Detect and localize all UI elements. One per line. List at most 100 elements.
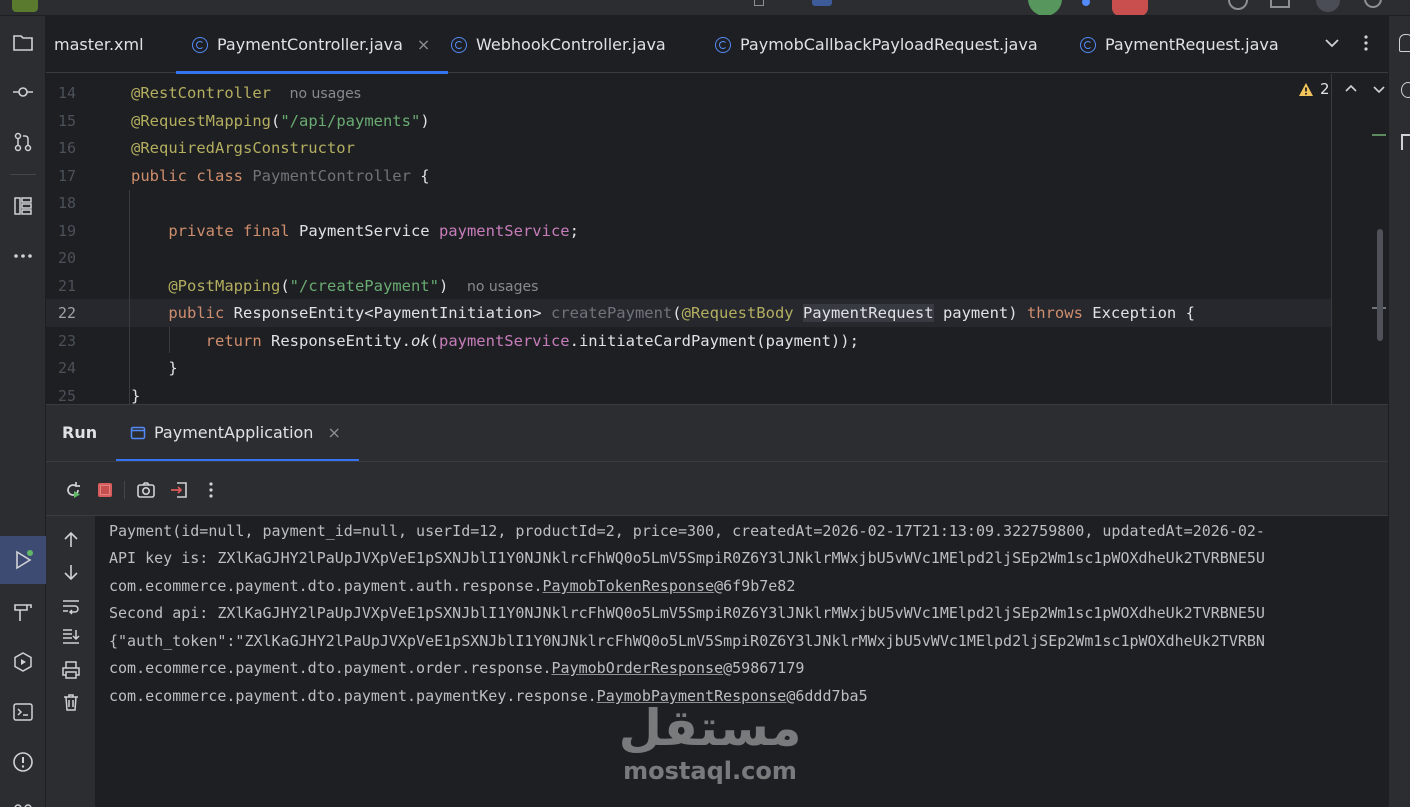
code-token: ; — [569, 222, 579, 240]
tab-payment-request[interactable]: PaymentRequest.java — [1080, 16, 1279, 73]
close-icon[interactable]: × — [417, 35, 430, 54]
keyword: public class — [131, 167, 243, 185]
keyword: throws — [1026, 304, 1083, 322]
usages-hint[interactable]: no usages — [467, 279, 538, 295]
search-icon[interactable] — [1364, 0, 1382, 8]
project-widget-icon[interactable] — [812, 0, 832, 6]
code-line-16: @RequiredArgsConstructor — [131, 139, 355, 157]
rerun-button[interactable] — [62, 479, 84, 501]
code-token: ( — [280, 277, 290, 295]
run-config-icon[interactable] — [12, 0, 38, 12]
annotation: @RequiredArgsConstructor — [131, 139, 355, 157]
line-number: 24 — [57, 359, 76, 377]
string-literal: "/createPayment" — [289, 277, 439, 295]
tab-label: WebhookController.java — [476, 35, 666, 54]
code-editor[interactable]: 14 15 16 17 18 19 20 21 22 23 24 25 @Res… — [46, 74, 1388, 404]
code-line-21: @PostMapping("/createPayment") no usages — [131, 277, 538, 295]
right-tool-rail — [1388, 16, 1410, 807]
method-name: createPayment — [550, 304, 673, 322]
soft-wrap-icon[interactable] — [61, 596, 81, 616]
maven-icon[interactable] — [1401, 134, 1410, 150]
tab-payment-application[interactable]: PaymentApplication × — [116, 423, 359, 462]
stop-button-icon[interactable] — [1112, 0, 1148, 15]
editor-scrollbar[interactable] — [1377, 229, 1383, 341]
tool-window-rail — [0, 16, 46, 807]
avatar[interactable] — [1316, 0, 1340, 12]
tab-paymob-callback-payload-request[interactable]: PaymobCallbackPayloadRequest.java — [715, 16, 1038, 73]
more-tools-icon[interactable] — [7, 240, 39, 272]
pull-requests-icon[interactable] — [7, 126, 39, 158]
exit-button[interactable] — [168, 479, 190, 501]
camera-icon — [137, 482, 155, 498]
class-link[interactable]: PaymobTokenResponse — [542, 577, 714, 595]
close-icon[interactable]: × — [327, 423, 340, 442]
exit-icon — [171, 482, 187, 498]
warning-icon — [1299, 82, 1313, 96]
debug-indicator-icon — [1082, 0, 1090, 6]
code-token: ( — [270, 112, 281, 130]
usages-hint[interactable]: no usages — [290, 86, 361, 102]
trash-icon[interactable] — [61, 692, 81, 712]
right-margin-guide — [1331, 74, 1332, 404]
project-icon[interactable] — [7, 26, 39, 58]
editor-tabs: master.xml PaymentController.java × Webh… — [46, 16, 1388, 74]
title-bar — [0, 0, 1410, 16]
services-icon[interactable] — [7, 646, 39, 678]
chevron-down-icon[interactable] — [1323, 34, 1341, 52]
notifications-icon[interactable] — [1399, 34, 1410, 52]
build-icon[interactable] — [7, 596, 39, 628]
class-link[interactable]: PaymobOrderResponse — [552, 659, 724, 677]
console-side-toolbar — [46, 515, 95, 807]
more-options-button[interactable] — [200, 479, 222, 501]
chevron-up-icon[interactable] — [1344, 82, 1358, 96]
tab-label: PaymentRequest.java — [1105, 35, 1279, 54]
commit-icon[interactable] — [7, 76, 39, 108]
code-line-19: private final PaymentService paymentServ… — [131, 222, 579, 240]
arrow-up-icon[interactable] — [61, 530, 81, 550]
arrow-down-icon[interactable] — [61, 562, 81, 582]
console-line: Second api: ZXlKaGJHY2lPaUpJVXpVeE1pSXNJ… — [109, 604, 1265, 622]
more-vertical-icon[interactable] — [1357, 34, 1375, 52]
chevron-down-icon[interactable] — [1372, 82, 1386, 96]
screenshot-button[interactable] — [135, 479, 157, 501]
ai-assistant-icon[interactable] — [1401, 82, 1410, 98]
code-line-15: @RequestMapping("/api/payments") — [131, 112, 430, 130]
structure-icon[interactable] — [7, 190, 39, 222]
tab-webhook-controller[interactable]: WebhookController.java — [451, 16, 666, 73]
console-line: {"auth_token":"ZXlKaGJHY2lPaUpJVXpVeE1pS… — [109, 632, 1265, 650]
scroll-to-end-icon[interactable] — [61, 626, 81, 646]
code-line-22: public ResponseEntity<PaymentInitiation>… — [131, 304, 1195, 322]
scroll-marker — [1372, 134, 1386, 136]
line-number: 17 — [57, 167, 76, 185]
code-line-23: return ResponseEntity.ok(paymentService.… — [131, 332, 859, 350]
search-everywhere-icon[interactable] — [1228, 0, 1248, 10]
rail-divider — [10, 174, 36, 175]
code-line-17: public class PaymentController { — [131, 167, 430, 185]
code-token: ( — [672, 304, 682, 322]
code-line-25: } — [131, 387, 140, 404]
terminal-icon[interactable] — [7, 696, 39, 728]
window-control-icon[interactable] — [754, 0, 764, 6]
line-number: 19 — [57, 222, 76, 240]
stop-button[interactable] — [94, 479, 116, 501]
console-text: {"auth_token":"ZXlKaGJHY2lPaUpJVXpVeE1pS… — [109, 632, 1265, 650]
code-token: ) — [438, 277, 449, 295]
code-token: ) — [420, 112, 430, 130]
git-icon[interactable] — [7, 792, 39, 807]
tab-payment-controller[interactable]: PaymentController.java × — [175, 16, 449, 74]
type-name: ResponseEntity<PaymentInitiation> — [224, 304, 551, 322]
tab-master-xml[interactable]: master.xml — [46, 16, 144, 73]
line-number: 15 — [57, 112, 76, 130]
param-name: payment) — [933, 304, 1027, 322]
line-number: 21 — [57, 277, 76, 295]
inspection-widget[interactable]: 2 — [1298, 80, 1386, 98]
problems-icon[interactable] — [7, 746, 39, 778]
add-user-icon[interactable] — [1270, 0, 1290, 8]
print-icon[interactable] — [61, 660, 81, 680]
console-line: com.ecommerce.payment.dto.payment.order.… — [109, 659, 804, 677]
console-text: Payment(id=null, payment_id=null, userId… — [109, 522, 1265, 540]
run-button-icon[interactable] — [1028, 0, 1062, 15]
toolbar-divider — [124, 481, 125, 499]
tab-label: PaymentController.java — [217, 35, 403, 54]
run-tool-icon[interactable] — [0, 536, 46, 584]
